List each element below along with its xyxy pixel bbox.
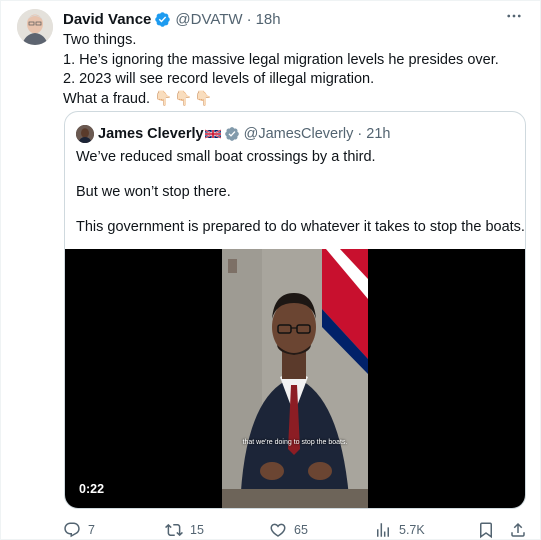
tweet-line-text: What a fraud. <box>63 90 151 107</box>
quoted-tweet-text: We’ve reduced small boat crossings by a … <box>76 148 525 253</box>
quoted-tweet[interactable]: James Cleverly @JamesCleverly · 21h We’v… <box>64 111 526 509</box>
quoted-tweet-header: James Cleverly @JamesCleverly · 21h <box>76 124 390 144</box>
author-avatar[interactable] <box>17 9 53 45</box>
separator-dot: · <box>357 126 363 142</box>
bookmark-button[interactable] <box>477 519 502 540</box>
separator-dot: · <box>246 10 252 28</box>
video-frame: that we're doing to stop the boats. <box>222 249 368 508</box>
like-count: 65 <box>294 523 308 537</box>
views-button[interactable]: 5.7K <box>374 519 425 540</box>
heart-icon <box>270 523 286 537</box>
quoted-author-avatar[interactable] <box>76 125 94 143</box>
reply-count: 7 <box>88 523 95 537</box>
tweet-line: What a fraud. 👇🏻👇🏻👇🏻 <box>63 90 523 110</box>
view-count: 5.7K <box>399 523 425 537</box>
analytics-icon <box>377 523 389 537</box>
pointing-down-emoji: 👇🏻👇🏻👇🏻 <box>154 90 215 107</box>
quoted-paragraph: We’ve reduced small boat crossings by a … <box>76 149 376 165</box>
uk-flag-icon <box>204 128 221 140</box>
tweet-line: 2. 2023 will see record levels of illega… <box>63 71 375 87</box>
tweet-line: Two things. <box>63 32 137 48</box>
verified-badge-icon <box>154 11 171 28</box>
tweet-timestamp[interactable]: 18h <box>256 11 281 28</box>
quoted-paragraph: But we won’t stop there. <box>76 184 231 200</box>
retweet-icon <box>165 523 183 537</box>
tweet-header: David Vance @DVATW · 18h <box>63 9 281 29</box>
quoted-author-handle[interactable]: @JamesCleverly <box>244 126 354 142</box>
quoted-paragraph: This government is prepared to do whatev… <box>76 219 525 235</box>
share-icon <box>511 522 525 537</box>
share-button[interactable] <box>509 519 534 540</box>
video-duration: 0:22 <box>79 482 105 496</box>
author-handle[interactable]: @DVATW <box>175 11 242 28</box>
retweet-count: 15 <box>190 523 204 537</box>
quoted-author-name[interactable]: James Cleverly <box>98 126 204 142</box>
video-caption: that we're doing to stop the boats. <box>242 439 348 446</box>
tweet-actions: 7 15 65 5.7K <box>63 519 533 540</box>
tweet-text: Two things. 1. He’s ignoring the massive… <box>63 31 523 109</box>
author-name[interactable]: David Vance <box>63 11 151 28</box>
like-button[interactable]: 65 <box>269 519 308 540</box>
video-player[interactable]: that we're doing to stop the boats. 0:22 <box>65 249 525 508</box>
more-horizontal-icon[interactable] <box>504 7 524 27</box>
bookmark-icon <box>480 522 492 539</box>
tweet-line: 1. He’s ignoring the massive legal migra… <box>63 51 499 68</box>
quoted-tweet-timestamp[interactable]: 21h <box>366 126 390 142</box>
reply-icon <box>64 522 80 538</box>
reply-button[interactable]: 7 <box>63 519 95 540</box>
government-verified-badge-icon <box>224 126 240 142</box>
retweet-button[interactable]: 15 <box>165 519 204 540</box>
tweet-card[interactable]: David Vance @DVATW · 18h Two things. 1. … <box>0 0 541 540</box>
